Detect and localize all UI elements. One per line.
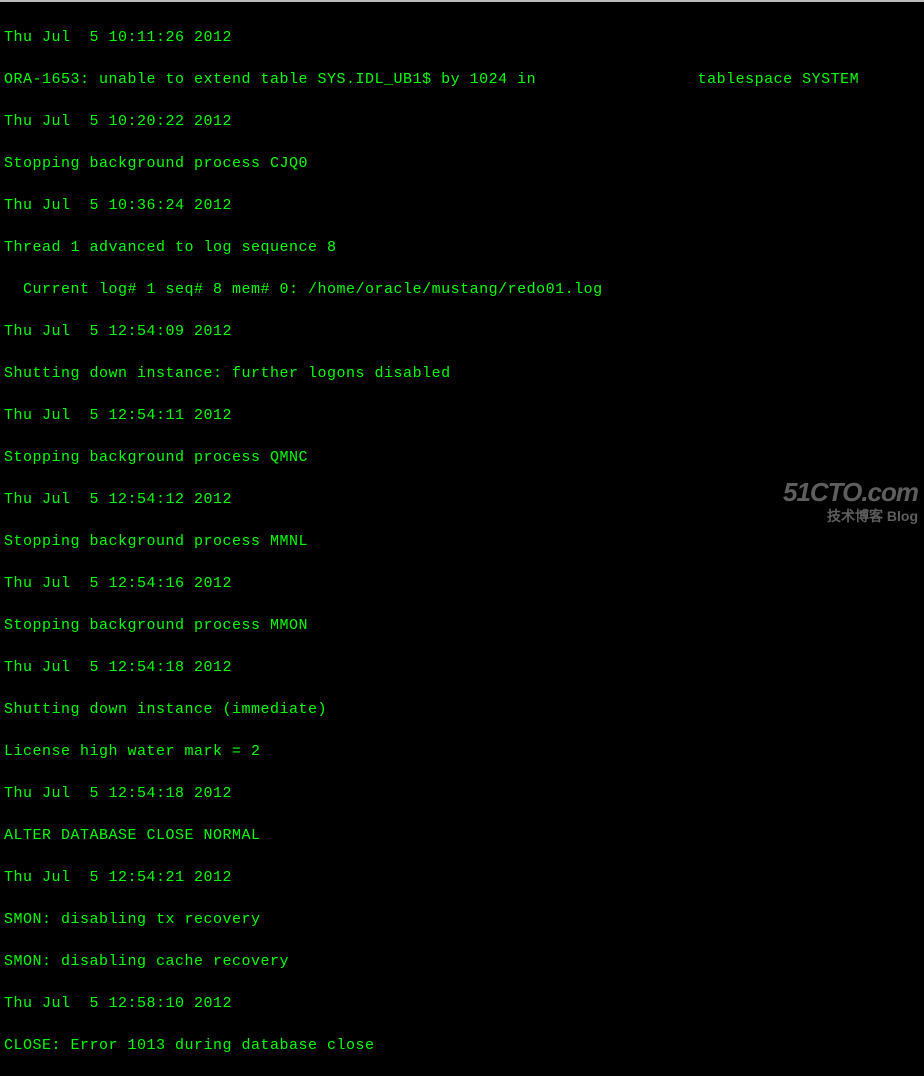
log-line: Stopping background process MMON: [4, 615, 920, 636]
log-line: Thu Jul 5 12:54:16 2012: [4, 573, 920, 594]
log-line: License high water mark = 2: [4, 741, 920, 762]
log-line: Thu Jul 5 12:54:12 2012: [4, 489, 920, 510]
log-line: Thu Jul 5 10:36:24 2012: [4, 195, 920, 216]
log-line: Thu Jul 5 12:54:09 2012: [4, 321, 920, 342]
log-line: Current log# 1 seq# 8 mem# 0: /home/orac…: [4, 279, 920, 300]
log-line: Stopping background process MMNL: [4, 531, 920, 552]
log-line: ALTER DATABASE CLOSE NORMAL: [4, 825, 920, 846]
log-line: SMON: disabling cache recovery: [4, 951, 920, 972]
log-line: SMON: disabling tx recovery: [4, 909, 920, 930]
log-line: ORA-1653: unable to extend table SYS.IDL…: [4, 69, 920, 90]
log-line: Thu Jul 5 12:54:21 2012: [4, 867, 920, 888]
log-line: Thu Jul 5 10:11:26 2012: [4, 27, 920, 48]
log-line: Stopping background process CJQ0: [4, 153, 920, 174]
log-line: CLOSE: Error 1013 during database close: [4, 1035, 920, 1056]
log-line: Shutting down instance (immediate): [4, 699, 920, 720]
log-line: Thu Jul 5 12:58:10 2012: [4, 993, 920, 1014]
log-line: Thu Jul 5 10:20:22 2012: [4, 111, 920, 132]
log-line: Thread 1 advanced to log sequence 8: [4, 237, 920, 258]
log-line: Thu Jul 5 12:54:11 2012: [4, 405, 920, 426]
log-line: Shutting down instance: further logons d…: [4, 363, 920, 384]
log-line: Thu Jul 5 12:54:18 2012: [4, 783, 920, 804]
log-line: Thu Jul 5 12:54:18 2012: [4, 657, 920, 678]
terminal-output: Thu Jul 5 10:11:26 2012 ORA-1653: unable…: [0, 0, 924, 1076]
log-line: Stopping background process QMNC: [4, 447, 920, 468]
